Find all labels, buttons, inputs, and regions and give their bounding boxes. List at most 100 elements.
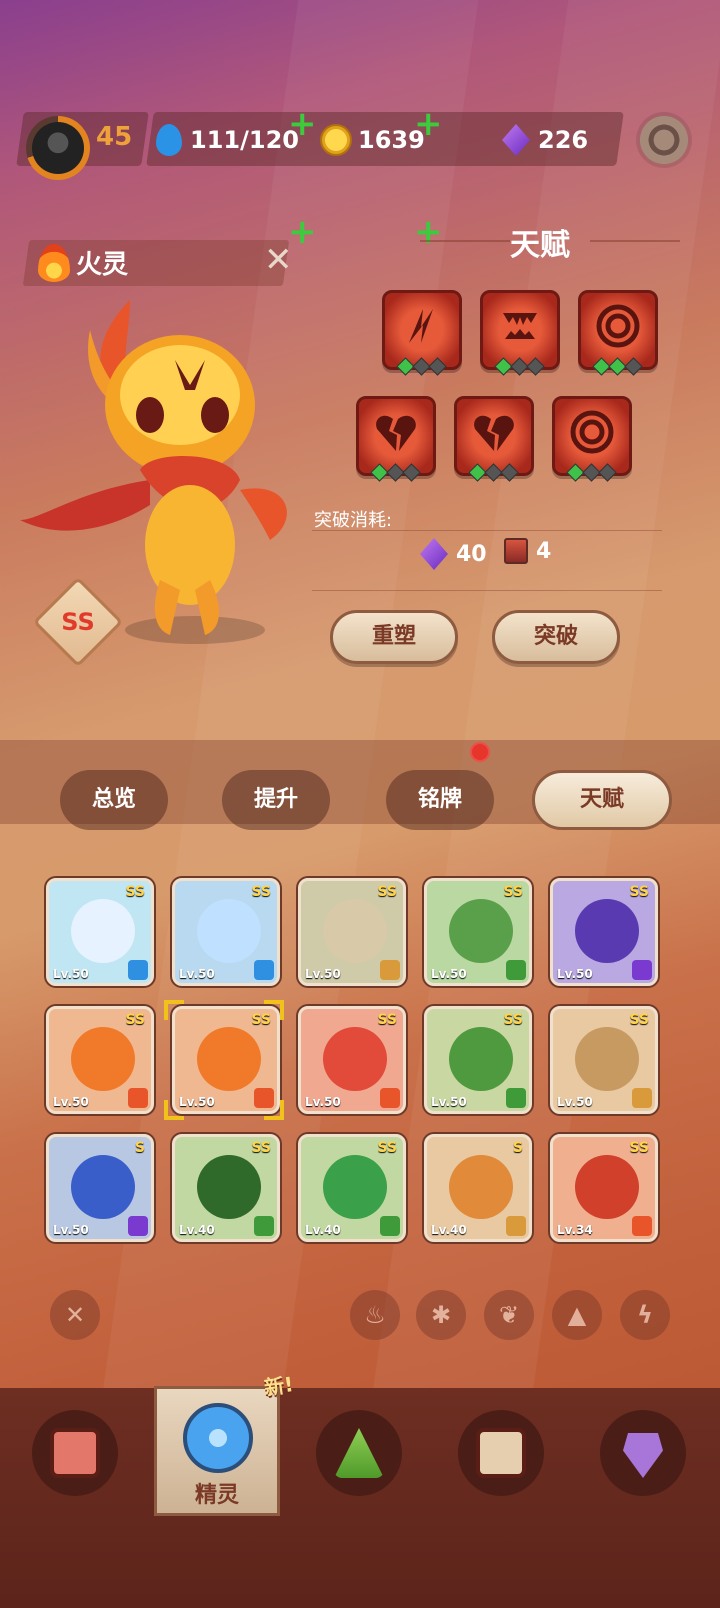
pet-card[interactable]: SS Lv.50 [550,878,658,986]
tab-upgrade[interactable]: 提升 [222,770,330,830]
gem-icon [420,538,448,570]
mountain-icon [334,1428,384,1478]
add-stamina-button[interactable]: + [288,104,317,144]
pet-card[interactable]: SS Lv.50 [298,1006,406,1114]
pet-portrait [449,1155,513,1219]
pet-rank: SS [629,1140,649,1156]
pet-level: Lv.50 [431,967,467,981]
tab-nameplate[interactable]: 铭牌 [386,770,494,830]
pet-card[interactable]: SS Lv.50 [298,878,406,986]
close-icon[interactable]: ✕ [264,240,293,280]
talent-slot-4[interactable] [356,396,436,482]
talent-level-dots [370,463,421,482]
pet-card[interactable]: SS Lv.50 [172,1006,280,1114]
divider [312,590,662,591]
pet-portrait [197,899,261,963]
pet-rank: SS [503,1012,523,1028]
nav-shop[interactable] [32,1410,118,1496]
pet-card[interactable]: SS Lv.50 [424,1006,532,1114]
earth-element-icon [632,1088,652,1108]
pet-portrait [197,1155,261,1219]
talent-slot-6[interactable] [552,396,632,482]
player-level: 45 [96,122,133,152]
filter-leaf-icon[interactable]: ❦ [484,1290,534,1340]
notification-dot [470,742,490,762]
coin-display: 1639 [320,124,425,156]
gem-icon [502,124,530,156]
pet-card[interactable]: SS Lv.50 [46,878,154,986]
nav-spirits-active[interactable]: 精灵 [154,1386,280,1516]
pet-card[interactable]: S Lv.50 [46,1134,154,1242]
pet-rank: SS [377,884,397,900]
selection-corner [164,1100,184,1120]
add-coin-button[interactable]: + [414,104,443,144]
talent-slot-2[interactable] [480,290,560,376]
pet-level: Lv.50 [305,1095,341,1109]
shop-machine-icon [50,1428,100,1478]
stamina-display: 111/120 [156,124,299,156]
pet-level: Lv.50 [53,1223,89,1237]
pet-card[interactable]: SS Lv.34 [550,1134,658,1242]
pet-rank: S [512,1140,523,1156]
new-badge: 新! [262,1372,295,1400]
pet-portrait [575,1027,639,1091]
coin-icon [320,124,352,156]
player-avatar[interactable] [26,116,90,180]
gem-display: 226 [502,124,588,156]
talent-slot-3[interactable] [578,290,658,376]
fangs-icon [503,313,537,339]
reset-button[interactable]: 重塑 [330,610,458,664]
breakthrough-cost-label: 突破消耗: [314,510,393,531]
tab-overview[interactable]: 总览 [60,770,168,830]
breakthrough-button[interactable]: 突破 [492,610,620,664]
tab-talent[interactable]: 天赋 [532,770,672,830]
talent-level-dots [494,357,545,376]
filter-thunder-icon[interactable]: ϟ [620,1290,670,1340]
talent-level-dots [566,463,617,482]
settings-gear-icon[interactable] [640,116,688,164]
nav-inventory[interactable] [458,1410,544,1496]
fire-element-icon [128,1088,148,1108]
pet-level: Lv.34 [557,1223,593,1237]
claw-slash-icon [409,309,433,343]
ticket-cost: 4 [504,538,551,564]
pet-name: 火灵 [76,250,129,280]
leaf-element-icon [254,1216,274,1236]
pet-rank: SS [251,1140,271,1156]
broken-heart-icon [474,415,514,451]
nav-map[interactable] [600,1410,686,1496]
pet-portrait [575,1155,639,1219]
pet-level: Lv.50 [305,967,341,981]
pet-level: Lv.50 [179,1095,215,1109]
pet-card[interactable]: SS Lv.50 [46,1006,154,1114]
earth-element-icon [506,1216,526,1236]
filter-earth-icon[interactable]: ▲ [552,1290,602,1340]
clear-filter-button[interactable]: ✕ [50,1290,100,1340]
pet-level: Lv.50 [179,967,215,981]
pet-portrait [197,1027,261,1091]
pet-card[interactable]: SS Lv.50 [550,1006,658,1114]
pet-level: Lv.50 [557,1095,593,1109]
pet-card[interactable]: SS Lv.50 [172,878,280,986]
selection-corner [164,1000,184,1020]
pet-card[interactable]: SS Lv.40 [298,1134,406,1242]
gem-cost: 40 [420,538,487,570]
thunder-element-icon [632,960,652,980]
pet-rank: S [134,1140,145,1156]
pet-card[interactable]: S Lv.40 [424,1134,532,1242]
broken-heart-icon [376,415,416,451]
pet-card[interactable]: SS Lv.50 [424,878,532,986]
pet-level: Lv.40 [179,1223,215,1237]
selection-corner [264,1000,284,1020]
pet-rank: SS [503,884,523,900]
talent-slot-1[interactable] [382,290,462,376]
pet-rank: SS [125,1012,145,1028]
pet-portrait [323,899,387,963]
talent-slot-5[interactable] [454,396,534,482]
pet-card[interactable]: SS Lv.40 [172,1134,280,1242]
filter-ice-icon[interactable]: ✱ [416,1290,466,1340]
swirl-icon [596,304,640,348]
filter-fire-icon[interactable]: ♨ [350,1290,400,1340]
ticket-cost-value: 4 [536,538,552,564]
nav-adventure[interactable] [316,1410,402,1496]
